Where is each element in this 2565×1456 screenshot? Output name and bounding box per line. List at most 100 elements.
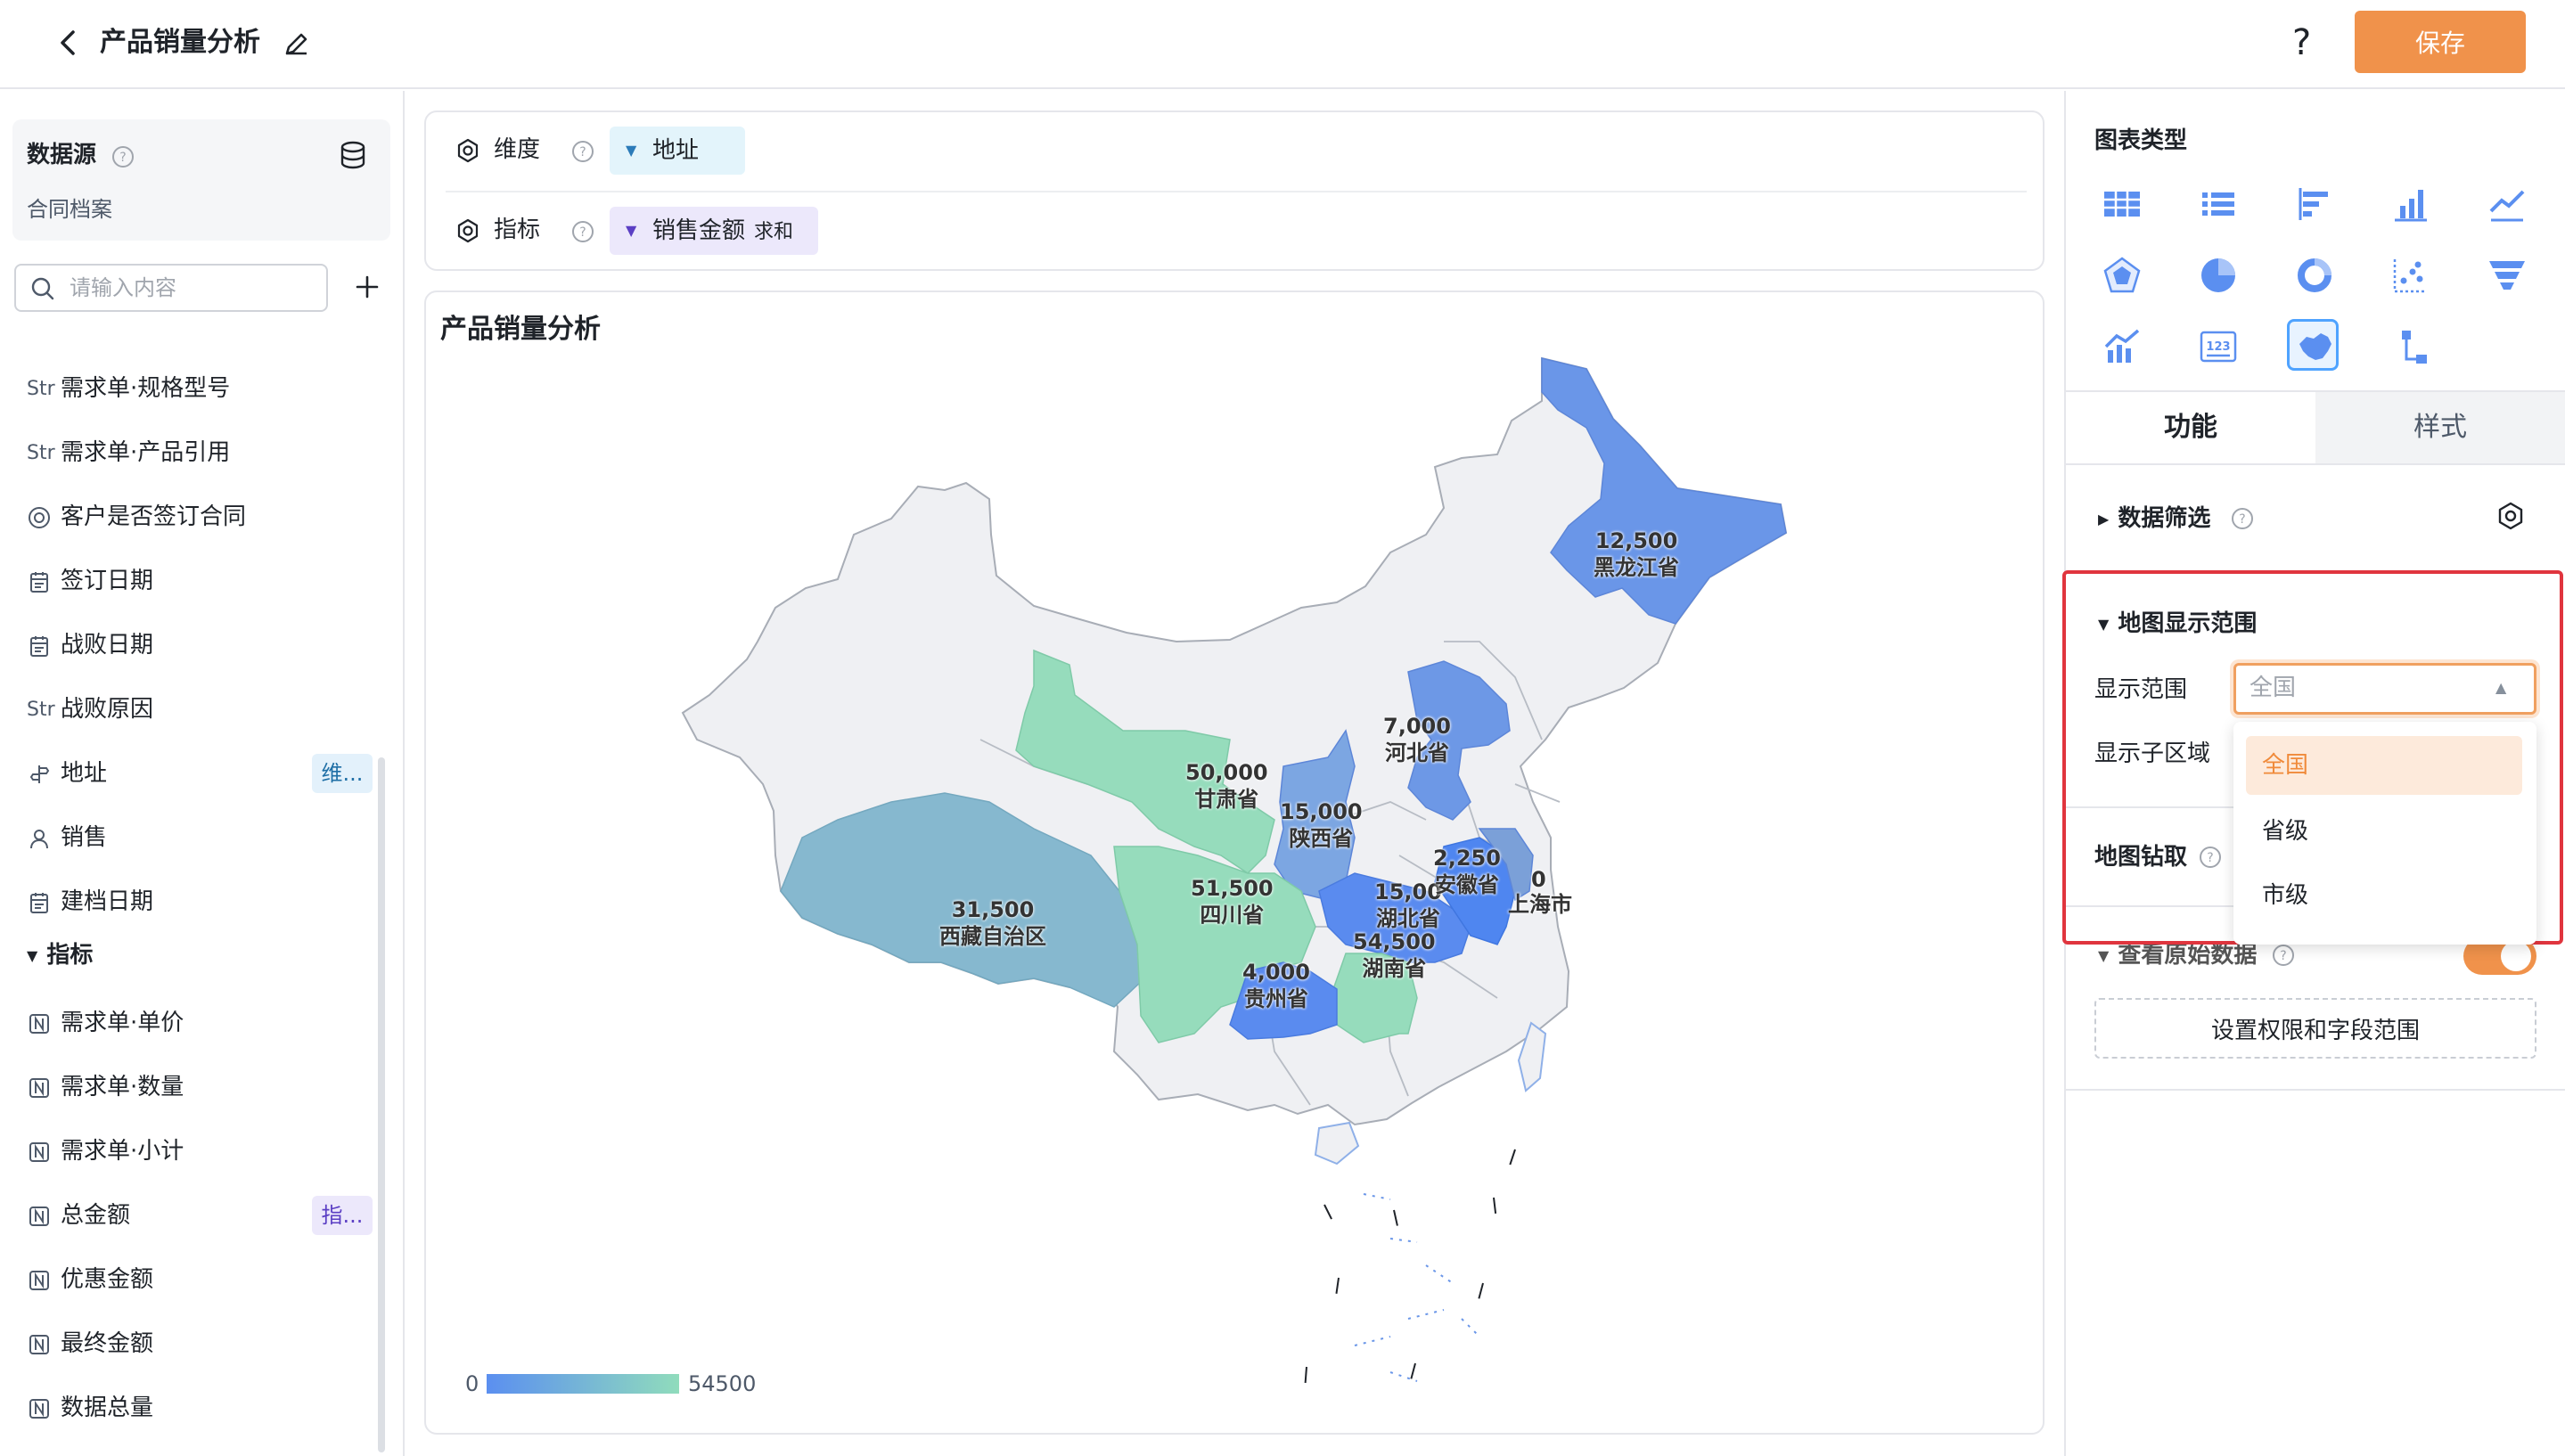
help-circle-icon[interactable]: ? bbox=[2271, 943, 2296, 968]
data-filter-section[interactable]: ▶ 数据筛选 bbox=[2098, 503, 2210, 536]
number-card-icon[interactable]: 123 bbox=[2192, 321, 2244, 372]
range-option-province[interactable]: 省级 bbox=[2246, 802, 2522, 861]
top-bar bbox=[0, 0, 2565, 89]
save-button[interactable]: 保存 bbox=[2355, 11, 2526, 73]
map-label-anhui: 2,250 安徽省 bbox=[1433, 846, 1501, 897]
datasource-title: 数据源 bbox=[27, 142, 97, 168]
edit-title-icon[interactable] bbox=[282, 29, 312, 59]
map-label-guizhou: 4,000 贵州省 bbox=[1242, 960, 1310, 1011]
add-field-icon[interactable] bbox=[349, 269, 385, 305]
dimension-tag: 维... bbox=[312, 754, 373, 793]
map-label-sichuan: 51,500 四川省 bbox=[1191, 876, 1274, 928]
field-item[interactable]: 客户是否签订合同 bbox=[27, 499, 246, 535]
legend-gradient bbox=[487, 1374, 679, 1394]
field-item[interactable]: 数据总量 bbox=[27, 1390, 153, 1426]
datasource-name: 合同档案 bbox=[27, 197, 112, 222]
funnel-icon[interactable] bbox=[2481, 249, 2533, 301]
metric-gear-icon[interactable] bbox=[455, 217, 481, 244]
field-search-input[interactable] bbox=[68, 269, 317, 307]
user-icon bbox=[27, 821, 61, 856]
svg-text:123: 123 bbox=[2206, 340, 2230, 354]
donut-icon[interactable] bbox=[2289, 249, 2340, 301]
caret-down-icon: ▼ bbox=[626, 142, 637, 159]
help-circle-icon[interactable]: ? bbox=[111, 144, 135, 169]
help-circle-icon[interactable]: ? bbox=[570, 139, 595, 164]
string-type-icon: Str bbox=[27, 441, 55, 464]
bar-horizontal-icon[interactable] bbox=[2289, 178, 2340, 230]
field-item[interactable]: 优惠金额 bbox=[27, 1262, 153, 1297]
number-type-icon bbox=[27, 1327, 61, 1362]
map-chart-icon[interactable] bbox=[2287, 319, 2339, 371]
help-circle-icon[interactable]: ? bbox=[570, 219, 595, 244]
map-label-gansu: 50,000 甘肃省 bbox=[1185, 760, 1268, 812]
field-item[interactable]: 需求单·单价 bbox=[27, 1005, 184, 1041]
help-icon[interactable]: ? bbox=[2292, 21, 2311, 64]
field-item[interactable]: 战败日期 bbox=[27, 627, 153, 663]
range-option-city[interactable]: 市级 bbox=[2246, 866, 2522, 925]
range-option-national[interactable]: 全国 bbox=[2246, 736, 2522, 795]
number-type-icon bbox=[27, 1198, 61, 1234]
field-item[interactable]: 需求单·数量 bbox=[27, 1069, 184, 1105]
field-item[interactable]: Str 需求单·产品引用 bbox=[27, 435, 230, 470]
back-arrow-icon[interactable] bbox=[52, 25, 87, 61]
field-item[interactable]: Str 需求单·规格型号 bbox=[27, 371, 230, 406]
divider bbox=[2066, 1089, 2565, 1091]
chart-type-title: 图表类型 bbox=[2094, 127, 2188, 154]
map-label-shaanxi: 15,000 陕西省 bbox=[1280, 799, 1363, 851]
metrics-group-header[interactable]: ▼ 指标 bbox=[27, 937, 93, 973]
scatter-icon[interactable] bbox=[2385, 249, 2437, 301]
field-list-scrollbar[interactable] bbox=[378, 757, 385, 1452]
caret-down-icon: ▼ bbox=[27, 946, 38, 964]
field-item[interactable]: 签订日期 bbox=[27, 563, 153, 599]
radar-icon[interactable] bbox=[2096, 249, 2148, 301]
svg-text:?: ? bbox=[2280, 949, 2286, 963]
dimension-label: 维度 bbox=[494, 136, 541, 163]
south-china-sea-islands bbox=[1354, 1193, 1480, 1382]
list-icon[interactable] bbox=[2192, 178, 2244, 230]
map-label-hebei: 7,000 河北省 bbox=[1383, 714, 1451, 765]
tab-style[interactable]: 样式 bbox=[2315, 392, 2565, 463]
field-item[interactable]: Str 战败原因 bbox=[27, 691, 153, 727]
pie-icon[interactable] bbox=[2192, 249, 2244, 301]
map-region-hainan[interactable] bbox=[1314, 1121, 1360, 1166]
legend-max: 54500 bbox=[688, 1371, 757, 1396]
set-permission-button[interactable]: 设置权限和字段范围 bbox=[2094, 998, 2536, 1059]
dimension-gear-icon[interactable] bbox=[455, 137, 481, 164]
field-item[interactable]: 最终金额 bbox=[27, 1326, 153, 1362]
aggregation-label: 求和 bbox=[754, 221, 794, 243]
string-type-icon: Str bbox=[27, 698, 55, 721]
number-type-icon bbox=[27, 1006, 61, 1042]
database-switch-icon[interactable] bbox=[337, 139, 369, 171]
svg-text:?: ? bbox=[119, 151, 126, 165]
toggle-knob bbox=[2501, 941, 2531, 971]
map-label-xizang: 31,500 西藏自治区 bbox=[939, 897, 1046, 949]
svg-text:?: ? bbox=[579, 225, 586, 240]
field-item[interactable]: 地址 bbox=[27, 756, 107, 791]
svg-text:?: ? bbox=[579, 145, 586, 160]
table-icon[interactable] bbox=[2096, 178, 2148, 230]
tree-chart-icon[interactable] bbox=[2385, 321, 2437, 372]
field-item[interactable]: 建档日期 bbox=[27, 884, 153, 920]
location-icon bbox=[27, 757, 61, 792]
help-circle-icon[interactable]: ? bbox=[2230, 506, 2255, 531]
radio-icon bbox=[27, 500, 61, 536]
tab-function[interactable]: 功能 bbox=[2066, 392, 2315, 463]
metric-pill[interactable]: ▼ 销售金额 求和 bbox=[610, 207, 818, 255]
svg-text:?: ? bbox=[2239, 512, 2245, 527]
divider bbox=[446, 191, 2027, 192]
bar-vertical-icon[interactable] bbox=[2385, 178, 2437, 230]
map-label-heilongjiang: 12,500 黑龙江省 bbox=[1594, 528, 1679, 580]
legend-min: 0 bbox=[465, 1371, 479, 1396]
number-type-icon bbox=[27, 1263, 61, 1298]
south-china-sea-dashes bbox=[1304, 1149, 1516, 1391]
date-icon bbox=[27, 564, 61, 600]
field-item[interactable]: 总金额 bbox=[27, 1198, 130, 1233]
combo-chart-icon[interactable] bbox=[2096, 321, 2148, 372]
line-icon[interactable] bbox=[2481, 178, 2533, 230]
field-item[interactable]: 销售 bbox=[27, 820, 107, 855]
dimension-pill[interactable]: ▼ 地址 bbox=[610, 127, 745, 175]
filter-settings-icon[interactable] bbox=[2495, 501, 2526, 531]
number-type-icon bbox=[27, 1134, 61, 1170]
metric-tag: 指... bbox=[312, 1196, 373, 1235]
field-item[interactable]: 需求单·小计 bbox=[27, 1133, 184, 1169]
